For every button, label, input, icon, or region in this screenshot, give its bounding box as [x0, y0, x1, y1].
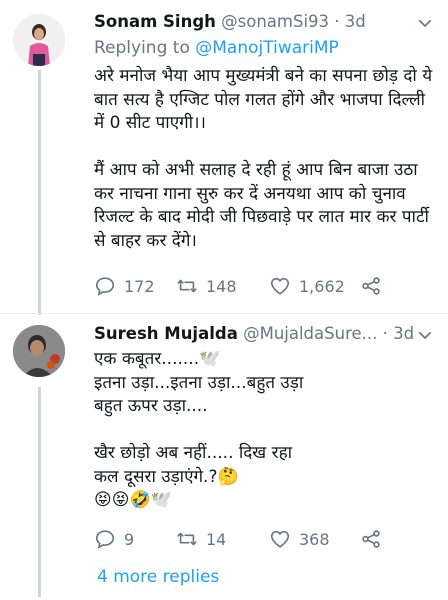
like-count: 1,662	[299, 276, 345, 296]
tweet-actions: 172 148 1,662	[94, 275, 414, 301]
chevron-down-icon[interactable]	[416, 326, 434, 344]
tweet-actions: 9 14 368	[94, 528, 414, 554]
more-replies-link[interactable]: 4 more replies	[97, 567, 219, 587]
reply-count: 172	[124, 276, 155, 296]
mention-link[interactable]: @ManojTiwariMP	[195, 38, 339, 58]
avatar-image	[13, 14, 65, 66]
tweet-header: Suresh Mujalda @MujaldaSure... · 3d	[94, 324, 414, 343]
reply-icon	[95, 277, 115, 296]
share-icon	[362, 530, 380, 548]
display-name[interactable]: Suresh Mujalda	[94, 324, 238, 343]
reply-button[interactable]: 172	[94, 275, 155, 297]
heart-icon	[270, 530, 290, 548]
heart-icon	[270, 277, 290, 295]
reply-count: 9	[124, 529, 135, 549]
reply-icon	[95, 530, 115, 549]
avatar[interactable]	[13, 14, 65, 66]
retweet-button[interactable]: 14	[176, 528, 226, 550]
avatar-image	[13, 325, 65, 377]
like-button[interactable]: 368	[269, 528, 330, 550]
chevron-down-icon[interactable]	[416, 14, 434, 32]
share-button[interactable]	[360, 528, 382, 550]
thread-line	[38, 387, 41, 597]
retweet-count: 148	[206, 276, 237, 296]
share-button[interactable]	[360, 275, 382, 297]
tweet-text: अरे मनोज भैया आप मुख्यमंत्री बने का सपना…	[94, 66, 433, 251]
thread-line	[38, 70, 41, 315]
tweet-header: Sonam Singh @sonamSi93 · 3d	[94, 12, 366, 31]
like-count: 368	[299, 529, 330, 549]
display-name[interactable]: Sonam Singh	[94, 12, 216, 31]
retweet-icon	[177, 532, 197, 546]
replying-to: Replying to @ManojTiwariMP	[94, 38, 339, 58]
reply-button[interactable]: 9	[94, 528, 134, 550]
retweet-icon	[177, 279, 197, 293]
timestamp[interactable]: · 3d	[334, 12, 365, 31]
user-handle[interactable]: @MujaldaSure...	[243, 324, 377, 343]
retweet-button[interactable]: 148	[176, 275, 237, 297]
tweet-text: एक कबूतर.......🕊️ इतना उड़ा...इतना उड़ा.…	[94, 349, 304, 510]
retweet-count: 14	[206, 529, 227, 549]
timestamp[interactable]: · 3d	[383, 324, 414, 343]
user-handle[interactable]: @sonamSi93	[221, 12, 329, 31]
tweet-suresh[interactable]: Suresh Mujalda @MujaldaSure... · 3d एक क…	[0, 314, 448, 600]
like-button[interactable]: 1,662	[269, 275, 345, 297]
share-icon	[362, 277, 380, 295]
avatar[interactable]	[13, 325, 65, 377]
replying-prefix: Replying to	[94, 38, 196, 58]
tweet-sonam[interactable]: Sonam Singh @sonamSi93 · 3d Replying to …	[0, 0, 448, 315]
